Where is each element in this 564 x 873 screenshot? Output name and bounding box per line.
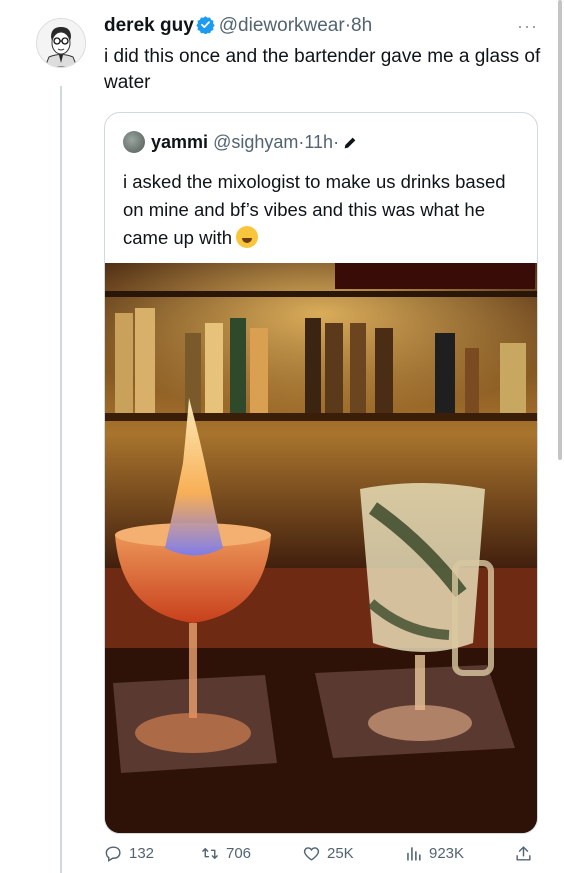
scrollbar[interactable] (558, 0, 562, 460)
share-icon (514, 844, 533, 863)
thread-line (60, 86, 62, 873)
quoted-author-name: yammi (151, 132, 209, 152)
quoted-tweet-body: i asked the mixologist to make us drinks… (123, 171, 506, 248)
author-handle[interactable]: @dieworkwear (219, 15, 345, 36)
action-bar: 132 706 25K 923K (104, 844, 534, 868)
quoted-tweet-text: i asked the mixologist to make us drinks… (123, 168, 523, 252)
retweet-icon (200, 844, 220, 863)
avatar[interactable] (36, 18, 86, 68)
retweet-button[interactable]: 706 (200, 844, 251, 863)
share-button[interactable] (514, 844, 533, 863)
reply-button[interactable]: 132 (104, 844, 154, 863)
author-name[interactable]: derek guy (104, 15, 194, 36)
like-count: 25K (327, 845, 354, 862)
analytics-icon (404, 844, 423, 863)
quoted-tweet[interactable]: yammi @sighyam·11h· i asked the mixologi… (104, 112, 538, 834)
quoted-avatar (123, 131, 145, 153)
avatar-illustration (37, 19, 85, 67)
pencil-icon (342, 134, 358, 156)
heart-icon (302, 844, 321, 863)
more-icon[interactable]: ··· (517, 16, 538, 37)
tweet-header: derek guy @dieworkwear·8h (104, 14, 540, 41)
like-button[interactable]: 25K (302, 844, 354, 863)
cocktail-photo[interactable] (105, 263, 537, 833)
quoted-tweet-header: yammi @sighyam·11h· (123, 131, 358, 156)
separator: · (333, 132, 340, 152)
view-count: 923K (429, 845, 465, 862)
quoted-author-handle: @sighyam (213, 132, 299, 152)
timestamp[interactable]: 8h (351, 15, 372, 36)
verified-badge-icon (196, 15, 215, 41)
tweet-text: i did this once and the bartender gave m… (104, 46, 541, 93)
reply-icon (104, 844, 123, 863)
reply-count: 132 (129, 845, 155, 862)
crying-face-emoji (236, 226, 258, 248)
views-button[interactable]: 923K (404, 844, 464, 863)
retweet-count: 706 (226, 845, 252, 862)
quoted-timestamp: 11h (304, 132, 334, 152)
